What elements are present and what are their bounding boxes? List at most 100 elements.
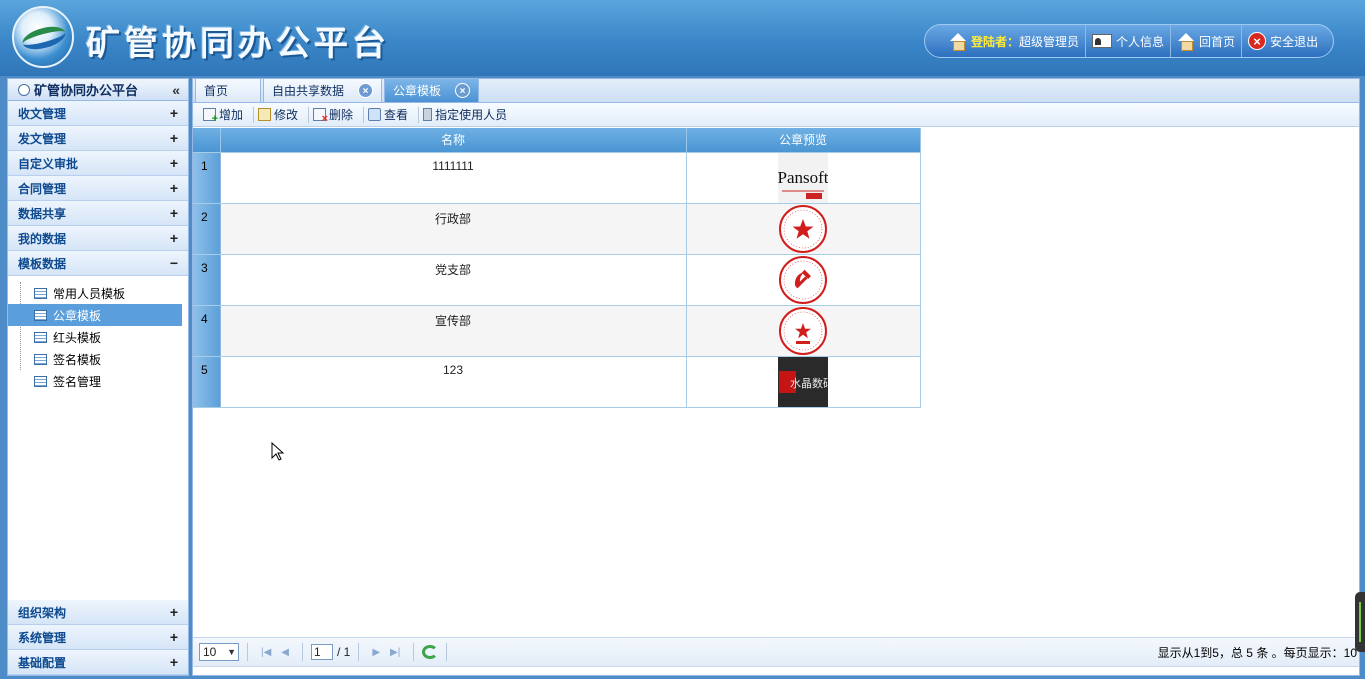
tab-shared-data[interactable]: 自由共享数据 × bbox=[263, 78, 383, 102]
login-label: 登陆者： bbox=[971, 34, 1020, 49]
add-label: 增加 bbox=[219, 108, 244, 122]
menu-group-system[interactable]: 系统管理 + bbox=[8, 625, 188, 650]
svg-text:水晶数码: 水晶数码 bbox=[790, 377, 828, 390]
expand-icon: + bbox=[169, 604, 178, 620]
home-link[interactable]: 回首页 bbox=[1171, 25, 1243, 57]
logout-label: 安全退出 bbox=[1270, 34, 1319, 49]
page-number-input[interactable]: 1 bbox=[311, 644, 333, 660]
phone-icon bbox=[423, 108, 433, 121]
page-size-select[interactable]: 10 bbox=[199, 643, 239, 661]
sidebar-header: 矿管协同办公平台 « bbox=[8, 79, 188, 101]
seal-preview bbox=[686, 305, 921, 357]
first-page-icon[interactable]: |◀ bbox=[261, 647, 271, 658]
crystal-digital-seal-image: 水晶数码 bbox=[778, 356, 828, 407]
sidebar-title: 矿管协同办公平台 bbox=[34, 83, 139, 98]
collapse-icon[interactable]: « bbox=[172, 82, 180, 98]
hammer-sickle-seal-image bbox=[779, 255, 827, 304]
view-button[interactable]: 查看 bbox=[364, 106, 420, 123]
assign-users-button[interactable]: 指定使用人员 bbox=[419, 107, 517, 123]
toolbar: 增加 修改 删除 查看 指定使用人员 bbox=[193, 103, 1359, 127]
close-icon[interactable]: × bbox=[455, 83, 471, 98]
menu-group-mydata[interactable]: 我的数据 + bbox=[8, 226, 188, 251]
profile-link[interactable]: 个人信息 bbox=[1086, 25, 1172, 57]
table-row[interactable]: 4 宣传部 bbox=[193, 305, 921, 357]
tree-item-redhead-template[interactable]: 红头模板 bbox=[8, 326, 188, 348]
menu-group-incoming[interactable]: 收文管理 + bbox=[8, 101, 188, 126]
profile-label: 个人信息 bbox=[1116, 34, 1165, 49]
sidebar: 矿管协同办公平台 « 收文管理 + 发文管理 + 自定义审批 + 合同管理 + … bbox=[7, 78, 189, 676]
login-info: 登陆者： 超级管理员 bbox=[943, 25, 1087, 57]
assign-label: 指定使用人员 bbox=[435, 108, 508, 122]
tab-label: 公章模板 bbox=[393, 84, 442, 98]
table-row[interactable]: 5 123 水晶数码 bbox=[193, 356, 921, 408]
table-row[interactable]: 1 1111111 Pansoft bbox=[193, 152, 921, 204]
view-label: 查看 bbox=[384, 108, 409, 122]
tree-item-signature-manage[interactable]: 签名管理 bbox=[8, 370, 188, 392]
menu-group-label: 系统管理 bbox=[18, 630, 67, 645]
close-icon[interactable]: × bbox=[358, 83, 374, 98]
table-icon bbox=[34, 331, 47, 343]
menu-group-label: 基础配置 bbox=[18, 655, 67, 670]
menu-group-label: 发文管理 bbox=[18, 131, 67, 146]
menu-group-label: 组织架构 bbox=[18, 605, 67, 620]
divider bbox=[302, 643, 303, 661]
seal-name: 123 bbox=[220, 356, 687, 408]
app-title: 矿管协同办公平台 bbox=[86, 24, 390, 64]
menu-group-config[interactable]: 基础配置 + bbox=[8, 650, 188, 675]
table-row[interactable]: 3 党支部 bbox=[193, 254, 921, 306]
svg-text:Pansoft: Pansoft bbox=[778, 168, 828, 187]
menu-group-template[interactable]: 模板数据 − bbox=[8, 251, 188, 276]
tree-item-label: 签名管理 bbox=[53, 374, 102, 389]
column-header-name[interactable]: 名称 bbox=[220, 128, 687, 153]
row-number: 5 bbox=[193, 356, 221, 408]
expand-icon: + bbox=[169, 629, 178, 645]
menu-group-approval[interactable]: 自定义审批 + bbox=[8, 151, 188, 176]
red-star-seal-image bbox=[779, 306, 827, 355]
scroll-handle[interactable] bbox=[1355, 592, 1365, 652]
edit-button[interactable]: 修改 bbox=[254, 106, 310, 123]
table-icon bbox=[34, 353, 47, 365]
expand-icon: + bbox=[169, 155, 178, 171]
tab-seal-template[interactable]: 公章模板 × bbox=[384, 78, 480, 102]
pagination-bar: 10 |◀ ◀ 1 / 1 ▶ ▶| 显示从1到5，总 5 条 。每页显示：10 bbox=[193, 637, 1359, 667]
delete-label: 删除 bbox=[329, 108, 354, 122]
tree-item-signature-template[interactable]: 签名模板 bbox=[8, 348, 188, 370]
template-tree: 常用人员模板 公章模板 红头模板 签名模板 签名管理 bbox=[8, 276, 188, 392]
expand-icon: + bbox=[169, 230, 178, 246]
edit-label: 修改 bbox=[274, 108, 299, 122]
logout-link[interactable]: × 安全退出 bbox=[1242, 25, 1324, 57]
search-icon bbox=[368, 108, 382, 121]
expand-icon: + bbox=[169, 180, 178, 196]
menu-group-label: 我的数据 bbox=[18, 231, 67, 246]
sidebar-bottom-groups: 组织架构 + 系统管理 + 基础配置 + bbox=[8, 600, 188, 675]
menu-group-org[interactable]: 组织架构 + bbox=[8, 600, 188, 625]
row-number: 4 bbox=[193, 305, 221, 357]
menu-group-contract[interactable]: 合同管理 + bbox=[8, 176, 188, 201]
menu-group-outgoing[interactable]: 发文管理 + bbox=[8, 126, 188, 151]
tree-item-seal-template[interactable]: 公章模板 bbox=[8, 304, 182, 326]
tree-item-label: 签名模板 bbox=[53, 352, 102, 367]
tree-item-people-template[interactable]: 常用人员模板 bbox=[8, 282, 188, 304]
expand-icon: + bbox=[169, 654, 178, 670]
divider bbox=[247, 643, 248, 661]
menu-group-label: 数据共享 bbox=[18, 206, 67, 221]
pansoft-seal-image: Pansoft bbox=[778, 152, 828, 203]
table-icon bbox=[34, 287, 47, 299]
red-star-seal-image bbox=[779, 204, 827, 253]
refresh-icon[interactable] bbox=[422, 645, 439, 659]
home-label: 回首页 bbox=[1199, 34, 1236, 49]
table-row[interactable]: 2 行政部 bbox=[193, 203, 921, 255]
next-page-icon[interactable]: ▶ bbox=[372, 647, 380, 658]
column-header-preview[interactable]: 公章预览 bbox=[686, 128, 921, 153]
divider bbox=[358, 643, 360, 661]
delete-button[interactable]: 删除 bbox=[309, 106, 365, 125]
menu-group-share[interactable]: 数据共享 + bbox=[8, 201, 188, 226]
tab-home[interactable]: 首页 bbox=[195, 78, 261, 102]
divider bbox=[446, 643, 448, 661]
prev-page-icon[interactable]: ◀ bbox=[281, 647, 289, 658]
mouse-cursor-icon bbox=[271, 442, 285, 461]
table-icon bbox=[34, 309, 47, 321]
menu-group-label: 合同管理 bbox=[18, 181, 67, 196]
last-page-icon[interactable]: ▶| bbox=[390, 647, 400, 658]
add-button[interactable]: 增加 bbox=[199, 106, 255, 125]
